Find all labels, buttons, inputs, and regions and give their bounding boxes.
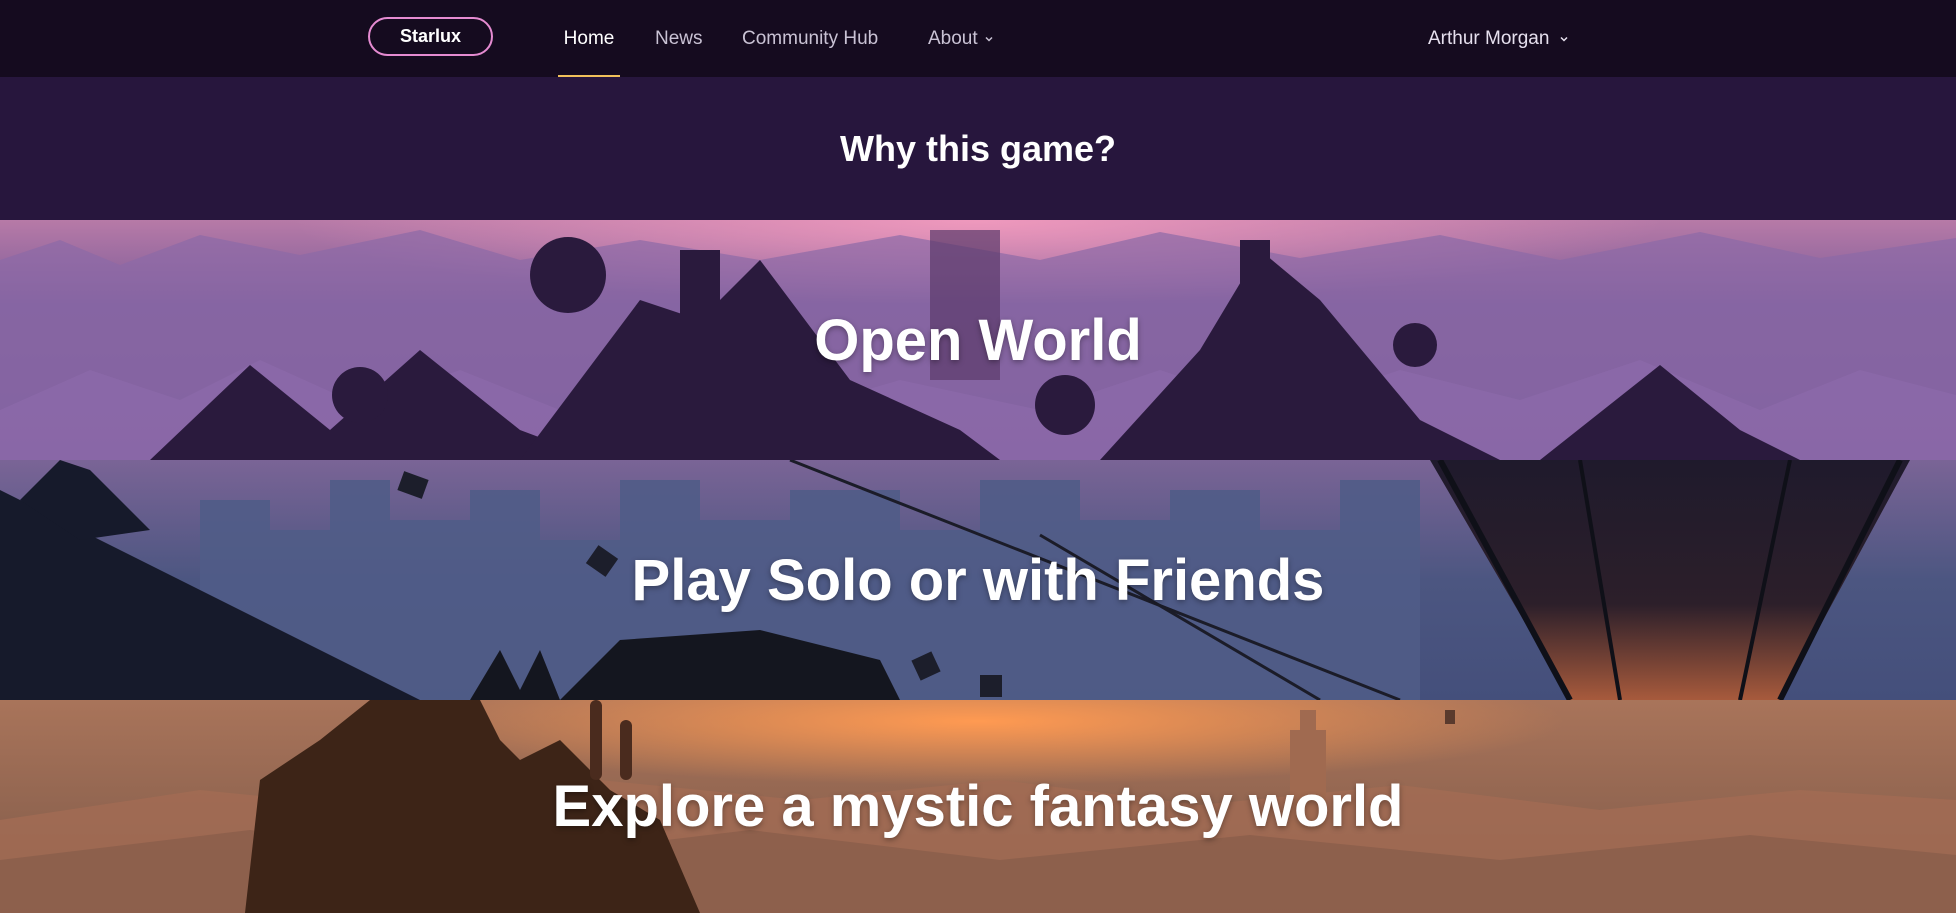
why-section-title: Why this game? [839, 127, 1117, 169]
feature-banner-open-world: Open World [0, 220, 1956, 460]
nav-link-about-dropdown[interactable]: About [928, 0, 994, 77]
nav-link-home[interactable]: Home [558, 0, 620, 77]
nav-link-about-label: About [928, 27, 978, 49]
feature-title-open-world: Open World [814, 307, 1142, 373]
nav-link-community-hub-label: Community Hub [742, 27, 879, 49]
nav-link-news-label: News [655, 27, 703, 49]
chevron-down-icon [1560, 36, 1568, 42]
nav-link-community-hub[interactable]: Community Hub [742, 0, 878, 77]
nav-link-news[interactable]: News [655, 0, 703, 77]
brand-logo-button[interactable]: Starlux [368, 17, 493, 56]
feature-title-explore: Explore a mystic fantasy world [552, 774, 1404, 839]
user-name: Arthur Morgan [1428, 27, 1550, 49]
user-menu-dropdown[interactable]: Arthur Morgan [1428, 0, 1569, 77]
chevron-down-icon [985, 36, 993, 42]
feature-banner-explore: Explore a mystic fantasy world [0, 700, 1956, 913]
why-section: Why this game? [0, 77, 1956, 220]
feature-banner-play-solo: Play Solo or with Friends [0, 460, 1956, 700]
feature-title-play-solo: Play Solo or with Friends [631, 547, 1325, 613]
top-navbar: Starlux Home News Community Hub About Ar… [0, 0, 1956, 77]
nav-link-home-label: Home [563, 27, 615, 49]
